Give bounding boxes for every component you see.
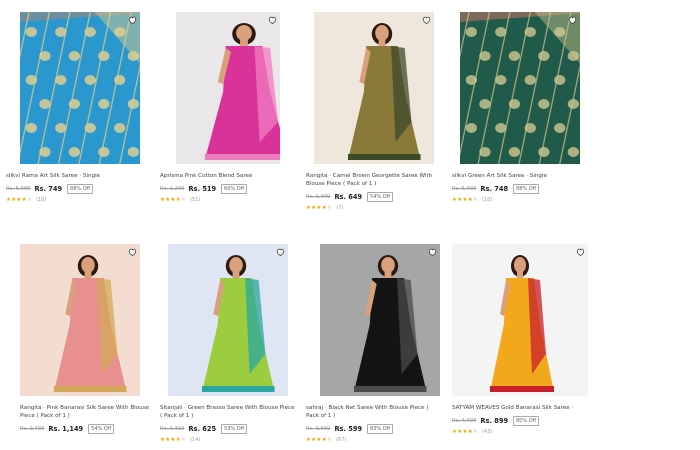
rating-row: ★★★★★ (7) — [306, 203, 442, 212]
review-count: (10) — [482, 196, 493, 203]
product-card[interactable]: Aprisma Pink Cotton Blend Saree Rs. 1,299… — [160, 12, 296, 204]
sale-price: Rs. 519 — [188, 184, 217, 193]
discount-badge: 54% Off — [88, 423, 115, 434]
discount-badge: 88% Off — [513, 183, 540, 194]
product-card[interactable]: Rangita · Pink Banarasi Silk Saree With … — [20, 244, 156, 434]
product-image[interactable] — [452, 244, 588, 396]
original-price: Rs. 1,299 — [160, 185, 185, 192]
discount-badge: 80% Off — [513, 415, 540, 426]
star-rating-icon: ★★★★★ — [6, 196, 33, 203]
sale-price: Rs. 1,149 — [48, 424, 84, 433]
product-title[interactable]: silkvi Rama Art Silk Saree · Single — [6, 172, 142, 180]
price-line: Rs. 4,499 Rs. 899 80% Off — [452, 415, 588, 426]
product-title[interactable]: Aprisma Pink Cotton Blend Saree — [160, 172, 296, 180]
sale-price: Rs. 749 — [34, 184, 63, 193]
price-line: Rs. 1,399 Rs. 649 54% Off — [306, 191, 442, 202]
discount-badge: 88% Off — [67, 183, 94, 194]
star-rating-icon: ★★★★★ — [160, 196, 187, 203]
star-rating-icon: ★★★★★ — [452, 196, 479, 203]
price-line: Rs. 5,999 Rs. 748 88% Off — [452, 183, 588, 194]
rating-row: ★★★★★ (51) — [160, 195, 296, 204]
discount-badge: 83% Off — [367, 423, 394, 434]
product-image[interactable] — [314, 12, 434, 164]
original-price: Rs. 1,319 — [160, 425, 185, 432]
product-card[interactable]: Rangita · Camel Brown Georgette Saree Wi… — [306, 12, 442, 212]
product-card[interactable]: SATYAM WEAVES Gold Banarasi Silk Saree ·… — [452, 244, 588, 436]
sale-price: Rs. 649 — [334, 192, 363, 201]
product-title[interactable]: SATYAM WEAVES Gold Banarasi Silk Saree · — [452, 404, 588, 412]
sale-price: Rs. 899 — [480, 416, 509, 425]
wishlist-heart-icon[interactable] — [126, 14, 138, 26]
review-count: (51) — [190, 196, 201, 203]
original-price: Rs. 3,699 — [306, 425, 331, 432]
original-price: Rs. 4,499 — [452, 417, 477, 424]
product-image[interactable] — [460, 12, 580, 164]
original-price: Rs. 2,499 — [20, 425, 45, 432]
discount-badge: 54% Off — [367, 191, 394, 202]
product-image[interactable] — [168, 244, 288, 396]
wishlist-heart-icon[interactable] — [266, 14, 278, 26]
review-count: (7) — [336, 204, 344, 211]
product-title[interactable]: Rangita · Pink Banarasi Silk Saree With … — [20, 404, 156, 420]
price-line: Rs. 5,999 Rs. 749 88% Off — [6, 183, 142, 194]
review-count: (10) — [36, 196, 47, 203]
sale-price: Rs. 599 — [334, 424, 363, 433]
price-line: Rs. 3,699 Rs. 599 83% Off — [306, 423, 442, 434]
wishlist-heart-icon[interactable] — [274, 246, 286, 258]
wishlist-heart-icon[interactable] — [420, 14, 432, 26]
product-card[interactable]: silkvi Green Art Silk Saree · Single Rs. … — [452, 12, 588, 204]
star-rating-icon: ★★★★★ — [452, 428, 479, 435]
original-price: Rs. 5,999 — [6, 185, 31, 192]
price-line: Rs. 2,499 Rs. 1,149 54% Off — [20, 423, 156, 434]
product-image[interactable] — [176, 12, 280, 164]
product-image[interactable] — [20, 244, 140, 396]
rating-row: ★★★★★ (14) — [160, 435, 296, 444]
sale-price: Rs. 625 — [188, 424, 217, 433]
wishlist-heart-icon[interactable] — [426, 246, 438, 258]
star-rating-icon: ★★★★★ — [160, 436, 187, 443]
rating-row: ★★★★★ (10) — [452, 195, 588, 204]
product-card[interactable]: silkvi Rama Art Silk Saree · Single Rs. 5… — [6, 12, 142, 204]
price-line: Rs. 1,319 Rs. 625 53% Off — [160, 423, 296, 434]
discount-badge: 53% Off — [221, 423, 248, 434]
star-rating-icon: ★★★★★ — [306, 436, 333, 443]
discount-badge: 60% Off — [221, 183, 248, 194]
product-image[interactable] — [320, 244, 440, 396]
wishlist-heart-icon[interactable] — [574, 246, 586, 258]
review-count: (67) — [336, 436, 347, 443]
product-card[interactable]: sahraj · Black Net Saree With Blouse Pie… — [306, 244, 442, 444]
review-count: (43) — [482, 428, 493, 435]
rating-row: ★★★★★ (10) — [6, 195, 142, 204]
wishlist-heart-icon[interactable] — [126, 246, 138, 258]
product-title[interactable]: silkvi Green Art Silk Saree · Single — [452, 172, 588, 180]
price-line: Rs. 1,299 Rs. 519 60% Off — [160, 183, 296, 194]
rating-row: ★★★★★ (67) — [306, 435, 442, 444]
star-rating-icon: ★★★★★ — [306, 204, 333, 211]
original-price: Rs. 1,399 — [306, 193, 331, 200]
product-title[interactable]: Sitanjali · Green Brasso Saree With Blou… — [160, 404, 296, 420]
original-price: Rs. 5,999 — [452, 185, 477, 192]
product-title[interactable]: sahraj · Black Net Saree With Blouse Pie… — [306, 404, 442, 420]
review-count: (14) — [190, 436, 201, 443]
product-image[interactable] — [20, 12, 140, 164]
product-card[interactable]: Sitanjali · Green Brasso Saree With Blou… — [160, 244, 296, 444]
sale-price: Rs. 748 — [480, 184, 509, 193]
wishlist-heart-icon[interactable] — [566, 14, 578, 26]
product-title[interactable]: Rangita · Camel Brown Georgette Saree Wi… — [306, 172, 442, 188]
rating-row: ★★★★★ (43) — [452, 427, 588, 436]
